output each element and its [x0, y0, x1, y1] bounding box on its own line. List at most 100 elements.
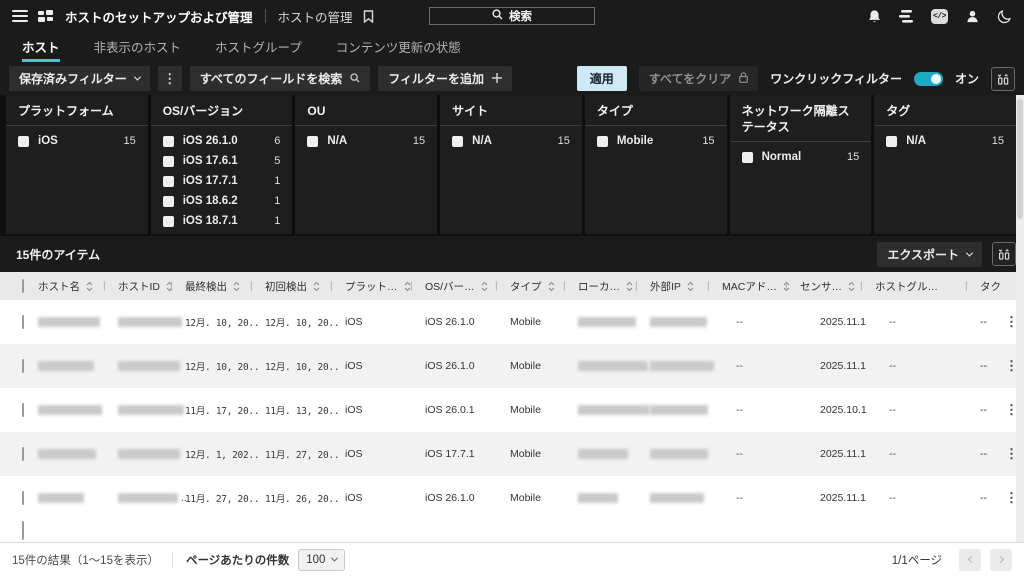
tag-cell: -- — [980, 360, 1005, 372]
checkbox[interactable] — [452, 136, 463, 147]
tab-hosts[interactable]: ホスト — [22, 32, 60, 62]
table-row[interactable]: 12月. 1, 202.. 11月. 27, 20.. iOS iOS 17.7… — [0, 432, 1016, 476]
redacted-hostname — [38, 361, 94, 371]
sort-icon — [86, 281, 93, 292]
checkbox[interactable] — [597, 136, 608, 147]
row-checkbox[interactable] — [22, 447, 24, 461]
facet-option[interactable]: iOS 17.7.1 1 — [163, 171, 281, 191]
checkbox[interactable] — [163, 216, 174, 227]
column-header-first-seen[interactable]: | 初回検出 — [265, 279, 345, 294]
facet-title: タイプ — [585, 95, 727, 126]
export-button[interactable]: エクスポート — [877, 242, 982, 267]
row-checkbox[interactable] — [22, 359, 24, 373]
host-group-cell: -- — [875, 492, 980, 504]
column-settings-icon[interactable] — [992, 242, 1016, 266]
column-header-platform[interactable]: | プラット… — [345, 279, 425, 294]
column-header-local-ip[interactable]: | ローカ… — [578, 279, 650, 294]
dark-mode-moon-icon[interactable] — [997, 9, 1012, 24]
mac-cell: -- — [722, 448, 800, 460]
facet-option[interactable]: iOS 18.6.2 1 — [163, 191, 281, 211]
table-row[interactable]: .. 11月. 27, 20.. 11月. 26, 20.. iOS iOS 2… — [0, 476, 1016, 520]
redacted-hostid — [118, 361, 180, 371]
facet-option[interactable]: Mobile 15 — [597, 131, 715, 151]
checkbox[interactable] — [742, 152, 753, 163]
facet-settings-icon[interactable] — [991, 67, 1015, 91]
redacted-local-ip — [578, 317, 636, 327]
notifications-bell-icon[interactable] — [867, 9, 882, 24]
global-search-input[interactable]: 検索 — [429, 7, 595, 25]
column-header-mac[interactable]: | MACアド… — [722, 279, 800, 294]
facet-option[interactable]: N/A 15 — [886, 131, 1004, 151]
apply-button[interactable]: 適用 — [577, 66, 627, 91]
table-row[interactable]: 12月. 10, 20.. 12月. 10, 20.. iOS iOS 26.1… — [0, 344, 1016, 388]
facet-option[interactable]: N/A 15 — [307, 131, 425, 151]
facet-option[interactable]: Normal 15 — [742, 147, 860, 167]
page-indicator: 1/1ページ — [892, 552, 942, 568]
column-header-sensor[interactable]: | センサ… — [800, 279, 875, 294]
tab-hidden-hosts[interactable]: 非表示のホスト — [94, 32, 182, 62]
checkbox[interactable] — [886, 136, 897, 147]
chevron-right-icon — [996, 556, 1003, 563]
facet-option[interactable]: iOS 15 — [18, 131, 136, 151]
table-footer: 15件の結果（1〜15を表示） ページあたりの件数 100 1/1ページ — [0, 542, 1024, 576]
table-row[interactable]: 11月. 17, 20.. 11月. 13, 20.. iOS iOS 26.0… — [0, 388, 1016, 432]
type-cell: Mobile — [510, 316, 578, 328]
app-title: ホストのセットアップおよび管理 — [65, 7, 253, 26]
checkbox[interactable] — [163, 156, 174, 167]
redacted-hostid — [118, 493, 178, 503]
row-checkbox[interactable] — [22, 315, 24, 329]
tag-cell: -- — [980, 316, 1005, 328]
tab-content-update-status[interactable]: コンテンツ更新の状態 — [336, 32, 461, 62]
filter-options-kebab-button[interactable] — [158, 66, 182, 91]
row-checkbox[interactable] — [22, 521, 24, 540]
facet-option[interactable]: iOS 18.7.1 1 — [163, 211, 281, 231]
column-header-hostid[interactable]: | ホストID — [118, 279, 185, 294]
host-group-cell: -- — [875, 404, 980, 416]
checkbox[interactable] — [163, 196, 174, 207]
one-click-filter-toggle[interactable] — [914, 72, 943, 86]
column-header-external-ip[interactable]: | 外部IP — [650, 279, 722, 294]
code-console-icon[interactable]: </> — [931, 9, 948, 24]
add-filter-button[interactable]: フィルターを追加 — [378, 66, 512, 91]
facet-option[interactable]: iOS 17.6.1 5 — [163, 151, 281, 171]
row-checkbox[interactable] — [22, 491, 24, 505]
search-all-fields-input[interactable]: すべてのフィールドを検索 — [190, 66, 370, 91]
hamburger-menu-icon[interactable] — [12, 10, 28, 22]
table-row[interactable]: 12月. 10, 20.. 12月. 10, 20.. iOS iOS 26.1… — [0, 300, 1016, 344]
column-header-hostname[interactable]: ホスト名 — [38, 279, 118, 294]
next-page-button[interactable] — [990, 549, 1012, 571]
column-header-tag[interactable]: | タク — [980, 279, 1005, 294]
prev-page-button[interactable] — [959, 549, 981, 571]
checkbox[interactable] — [163, 176, 174, 187]
first-seen-cell: 12月. 10, 20.. — [265, 359, 345, 373]
facet-option[interactable]: N/A 15 — [452, 131, 570, 151]
layers-icon[interactable] — [899, 10, 914, 23]
app-launcher-icon[interactable] — [38, 10, 53, 22]
redacted-local-ip — [578, 449, 628, 459]
column-header-last-seen[interactable]: | 最終検出 — [185, 279, 265, 294]
select-all-checkbox[interactable] — [22, 279, 24, 293]
bookmark-icon[interactable] — [363, 10, 374, 23]
user-profile-icon[interactable] — [965, 9, 980, 24]
first-seen-cell: 11月. 26, 20.. — [265, 491, 345, 505]
saved-filters-dropdown[interactable]: 保存済みフィルター — [9, 66, 150, 91]
facet-title: サイト — [440, 95, 582, 126]
sort-icon — [626, 281, 633, 292]
tab-host-groups[interactable]: ホストグループ — [215, 32, 302, 62]
mac-cell: -- — [722, 316, 800, 328]
per-page-select[interactable]: 100 — [298, 549, 345, 571]
redacted-hostid — [118, 405, 184, 415]
checkbox[interactable] — [307, 136, 318, 147]
checkbox[interactable] — [163, 136, 174, 147]
one-click-filter-label: ワンクリックフィルター — [770, 70, 902, 87]
scrollbar-thumb[interactable] — [1017, 99, 1023, 219]
facet-option[interactable]: iOS 26.1.0 6 — [163, 131, 281, 151]
vertical-scrollbar[interactable] — [1016, 95, 1024, 542]
filter-bar: 保存済みフィルター すべてのフィールドを検索 フィルターを追加 適用 すべてをク… — [0, 62, 1024, 95]
row-checkbox[interactable] — [22, 403, 24, 417]
page-tabs: ホスト 非表示のホスト ホストグループ コンテンツ更新の状態 — [0, 32, 1024, 62]
column-header-type[interactable]: | タイプ — [510, 279, 578, 294]
checkbox[interactable] — [18, 136, 29, 147]
platform-cell: iOS — [345, 316, 425, 328]
page-title[interactable]: ホストの管理 — [278, 7, 353, 26]
